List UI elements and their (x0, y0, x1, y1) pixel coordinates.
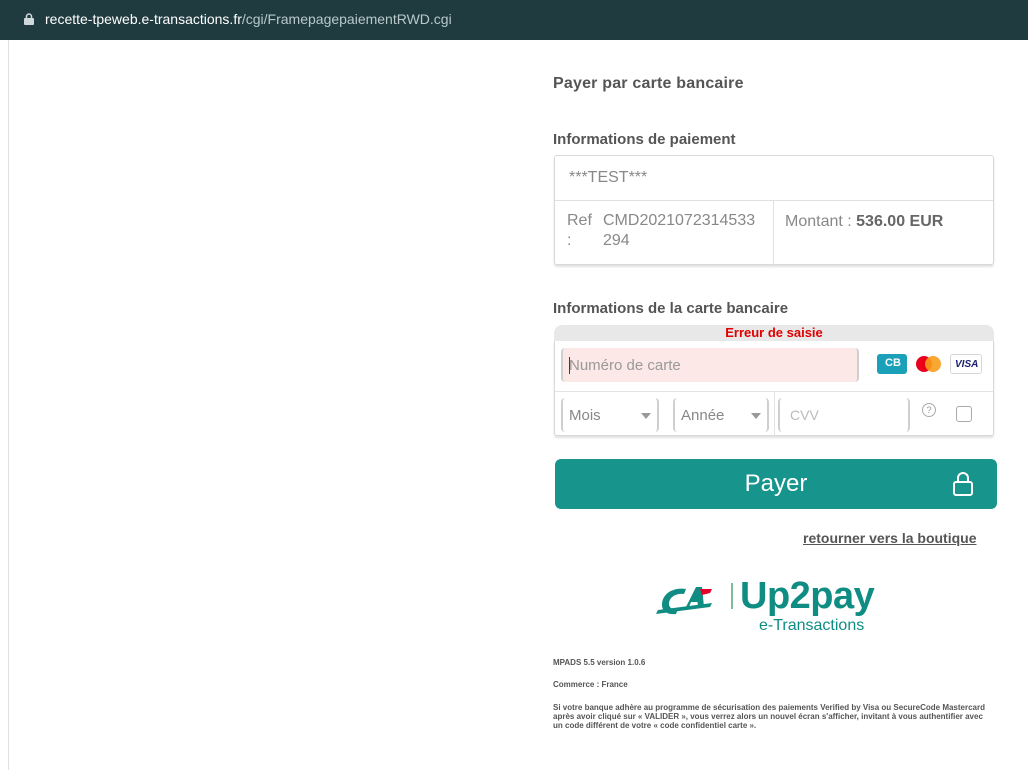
svg-text:Up2pay: Up2pay (740, 575, 875, 617)
url-path: /cgi/FramepagepaiementRWD.cgi (241, 11, 452, 27)
back-to-shop-link[interactable]: retourner vers la boutique (803, 530, 976, 546)
cb-logo: CB (877, 354, 907, 374)
year-select[interactable]: Année (673, 398, 769, 432)
visa-logo: VISA (950, 354, 982, 374)
merchant-name: ***TEST*** (569, 169, 648, 186)
divider (555, 200, 993, 201)
commerce-text: Commerce : France (553, 680, 628, 689)
card-details-row: Mois Année ? (555, 391, 993, 436)
padlock-icon (953, 472, 973, 496)
card-number-field[interactable] (561, 348, 859, 382)
chevron-down-icon (641, 413, 651, 419)
frame-border (8, 40, 9, 770)
browser-address-bar[interactable]: recette-tpeweb.e-transactions.fr/cgi/Fra… (0, 0, 1028, 40)
card-number-input[interactable] (563, 348, 857, 382)
cvv-input[interactable] (780, 398, 908, 432)
up2pay-logo-mark: Up2pay (740, 575, 875, 617)
visa-logo-text: VISA (955, 359, 979, 370)
text-caret (569, 357, 570, 374)
divider (773, 200, 774, 265)
year-select-label: Année (681, 407, 725, 424)
month-select[interactable]: Mois (561, 398, 659, 432)
credit-agricole-logo (656, 587, 712, 615)
logo-subtitle: e-Transactions (759, 617, 865, 634)
amount: Montant : 536.00 EUR (785, 213, 943, 231)
card-info-title: Informations de la carte bancaire (553, 300, 789, 317)
url-text[interactable]: recette-tpeweb.e-transactions.fr/cgi/Fra… (45, 11, 452, 27)
month-select-label: Mois (569, 407, 601, 424)
pay-button[interactable]: Payer (555, 459, 997, 509)
checkbox-icon[interactable] (956, 406, 972, 422)
ref-label: Ref : (567, 212, 592, 249)
error-message: Erreur de saisie (554, 325, 994, 341)
logo-separator (731, 583, 733, 609)
amount-label: Montant : (785, 213, 852, 230)
mastercard-logo (913, 354, 943, 374)
payment-info-box: ***TEST*** Ref : CMD2021072314533294 Mon… (554, 155, 994, 265)
page-title: Payer par carte bancaire (553, 75, 744, 92)
ref-value: CMD2021072314533294 (603, 212, 756, 249)
lock-icon (24, 13, 34, 25)
amount-value: 536.00 EUR (856, 213, 944, 230)
help-icon[interactable]: ? (922, 403, 936, 417)
pay-button-label: Payer (744, 470, 808, 497)
version-text: MPADS 5.5 version 1.0.6 (553, 658, 646, 667)
payment-info-title: Informations de paiement (553, 131, 736, 148)
cvv-field[interactable] (778, 398, 910, 432)
card-form: CB VISA Mois Année ? (554, 341, 994, 436)
disclaimer-text: Si votre banque adhère au programme de s… (553, 703, 986, 730)
url-host: recette-tpeweb.e-transactions.fr (45, 11, 242, 27)
chevron-down-icon (751, 413, 761, 419)
cb-logo-text: CB (885, 357, 901, 369)
divider (774, 392, 775, 436)
